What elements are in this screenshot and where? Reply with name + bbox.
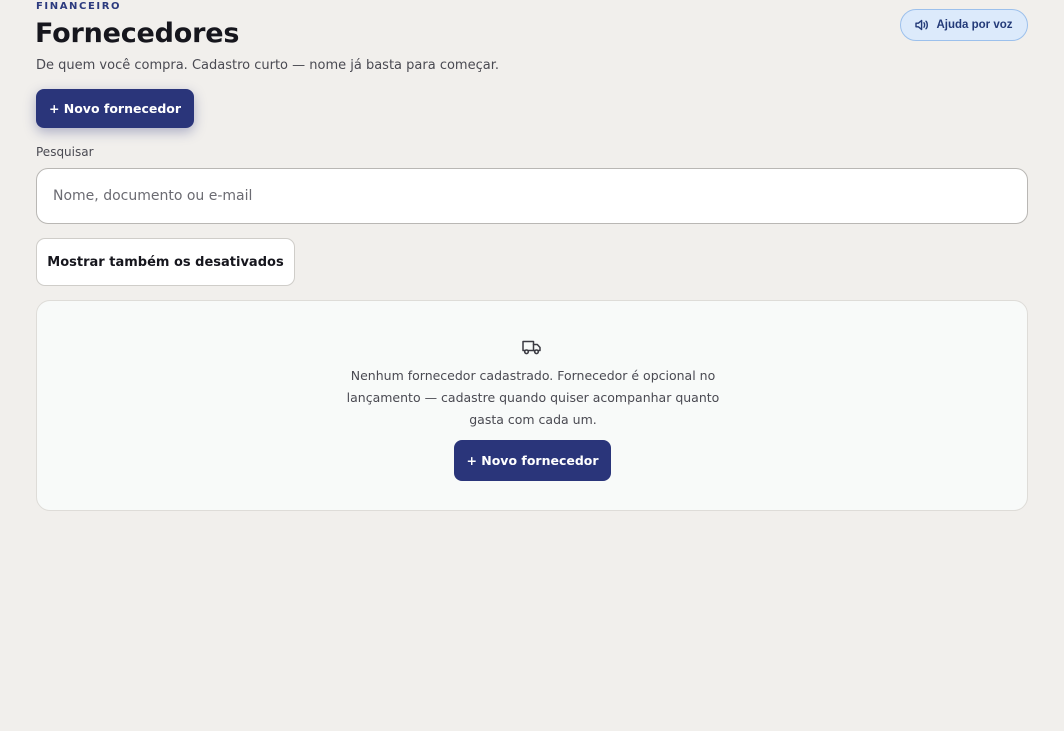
empty-state-card: Nenhum fornecedor cadastrado. Fornecedor… [36,300,1028,511]
voice-help-button[interactable]: Ajuda por voz [900,9,1028,41]
search-input[interactable] [36,168,1028,224]
section-eyebrow: FINANCEIRO [36,1,122,12]
truck-icon [521,338,543,356]
new-supplier-button[interactable]: + Novo fornecedor [36,89,194,128]
show-disabled-toggle[interactable]: Mostrar também os desativados [36,238,295,286]
search-label: Pesquisar [36,145,94,159]
page-subtitle: De quem você compra. Cadastro curto — no… [36,58,499,73]
page-title: Fornecedores [35,18,240,49]
speaker-icon [915,19,929,31]
suppliers-page: FINANCEIRO Fornecedores De quem você com… [0,0,1064,731]
voice-help-label: Ajuda por voz [936,19,1013,31]
empty-state-message: Nenhum fornecedor cadastrado. Fornecedor… [346,368,720,427]
empty-state-new-supplier-button[interactable]: + Novo fornecedor [454,440,611,481]
